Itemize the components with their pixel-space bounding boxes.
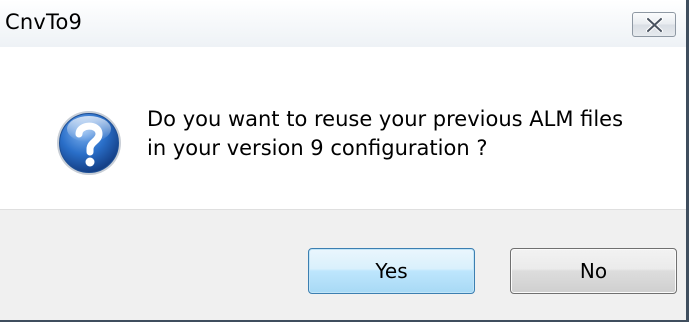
close-button[interactable]: [632, 12, 676, 37]
dialog-message: Do you want to reuse your previous ALM f…: [147, 105, 623, 163]
button-bar: Yes No: [0, 209, 686, 320]
close-icon: [646, 18, 663, 32]
message-line-1: Do you want to reuse your previous ALM f…: [147, 107, 624, 131]
message-line-2: in your version 9 configuration ?: [147, 136, 488, 160]
dialog-content: Do you want to reuse your previous ALM f…: [0, 47, 686, 209]
title-bar[interactable]: CnvTo9: [0, 0, 686, 47]
dialog-window: CnvTo9 Do you want to reuse your previou…: [0, 0, 689, 322]
no-button[interactable]: No: [510, 248, 677, 294]
yes-button[interactable]: Yes: [308, 248, 475, 294]
window-title: CnvTo9: [5, 10, 83, 34]
question-icon: [57, 111, 121, 175]
